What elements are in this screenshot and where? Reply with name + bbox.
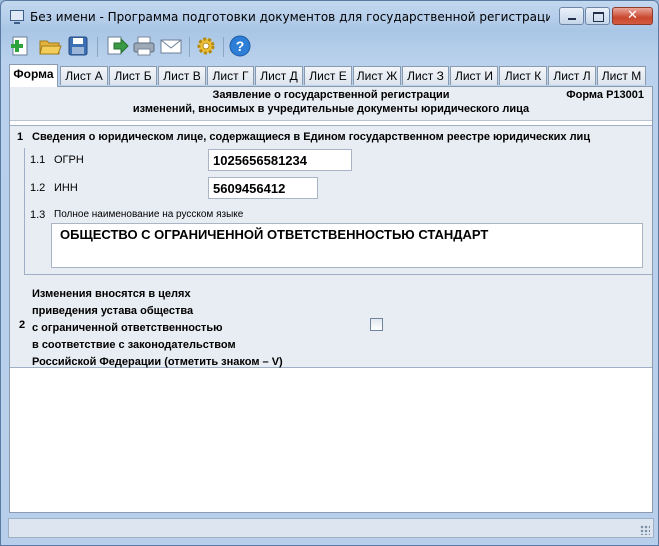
tab-list-g[interactable]: Лист Г	[207, 66, 254, 85]
tab-list-l[interactable]: Лист Л	[548, 66, 596, 85]
tab-list-zh[interactable]: Лист Ж	[353, 66, 401, 85]
section-2-line: Изменения вносятся в целях	[32, 288, 191, 300]
toolbar-separator	[189, 37, 190, 57]
section-divider	[24, 274, 652, 275]
title-bar[interactable]: Без имени - Программа подготовки докумен…	[1, 1, 658, 31]
ogrn-label: ОГРН	[54, 154, 84, 166]
window-title: Без имени - Программа подготовки докумен…	[30, 10, 550, 24]
section-1-title: Сведения о юридическом лице, содержащиес…	[32, 131, 591, 143]
print-icon[interactable]	[132, 34, 156, 58]
app-icon	[10, 10, 24, 24]
form-title-line1: Заявление о государственной регистрации	[212, 89, 450, 101]
tab-list-k[interactable]: Лист К	[499, 66, 547, 85]
new-document-icon[interactable]	[9, 34, 33, 58]
form-code: Форма Р13001	[566, 89, 644, 101]
resize-grip-icon[interactable]	[640, 525, 650, 535]
tab-forma[interactable]: Форма	[9, 64, 58, 87]
section-2-line: в соответствие с законодательством	[32, 339, 236, 351]
form-title-line2: изменений, вносимых в учредительные доку…	[132, 103, 530, 115]
close-button[interactable]: ✕	[612, 7, 653, 25]
toolbar: ?	[9, 34, 653, 60]
save-icon[interactable]	[66, 34, 90, 58]
settings-gear-icon[interactable]	[194, 34, 218, 58]
ogrn-input[interactable]: 1025656581234	[208, 149, 352, 171]
help-icon[interactable]: ?	[228, 34, 252, 58]
inn-number: 1.2	[30, 182, 46, 194]
maximize-button[interactable]	[585, 7, 610, 25]
full-name-textarea[interactable]: ОБЩЕСТВО С ОГРАНИЧЕННОЙ ОТВЕТСТВЕННОСТЬЮ…	[51, 223, 643, 268]
tab-list-m[interactable]: Лист М	[597, 66, 646, 85]
inn-input[interactable]: 5609456412	[208, 177, 318, 199]
export-icon[interactable]	[105, 34, 129, 58]
tab-list-d[interactable]: Лист Д	[255, 66, 303, 85]
close-icon: ✕	[627, 8, 638, 23]
app-window: Без имени - Программа подготовки докумен…	[0, 0, 659, 546]
toolbar-separator	[97, 37, 98, 57]
email-icon[interactable]	[159, 34, 183, 58]
minimize-button[interactable]	[559, 7, 584, 25]
charter-compliance-checkbox[interactable]	[370, 318, 383, 331]
section-2-line: с ограниченной ответственностью	[32, 322, 223, 334]
inn-label: ИНН	[54, 182, 78, 194]
section-2-number: 2	[19, 319, 26, 331]
form-header: Заявление о государственной регистрации …	[10, 87, 652, 121]
section-2-line: Российской Федерации (отметить знаком – …	[32, 356, 283, 368]
name-number: 1.3	[30, 209, 46, 221]
tab-list-i[interactable]: Лист И	[450, 66, 498, 85]
tab-list-e[interactable]: Лист Е	[304, 66, 352, 85]
tab-list-v[interactable]: Лист В	[158, 66, 206, 85]
section-1: 1 Сведения о юридическом лице, содержащи…	[10, 125, 652, 368]
tab-list-b[interactable]: Лист Б	[109, 66, 157, 85]
tab-strip: Форма Лист А Лист Б Лист В Лист Г Лист Д…	[9, 64, 653, 87]
tab-list-a[interactable]: Лист А	[60, 66, 108, 85]
ogrn-number: 1.1	[30, 154, 46, 166]
section-divider	[24, 148, 25, 274]
name-label: Полное наименование на русском языке	[54, 209, 244, 220]
form-panel: Заявление о государственной регистрации …	[9, 86, 653, 513]
section-2-text: Изменения вносятся в целях приведения ус…	[32, 286, 283, 371]
tab-list-z[interactable]: Лист З	[402, 66, 449, 85]
section-2-line: приведения устава общества	[32, 305, 194, 317]
section-1-number: 1	[17, 131, 24, 143]
svg-text:?: ?	[236, 38, 245, 54]
status-bar	[8, 518, 654, 538]
open-folder-icon[interactable]	[38, 34, 62, 58]
toolbar-separator	[223, 37, 224, 57]
